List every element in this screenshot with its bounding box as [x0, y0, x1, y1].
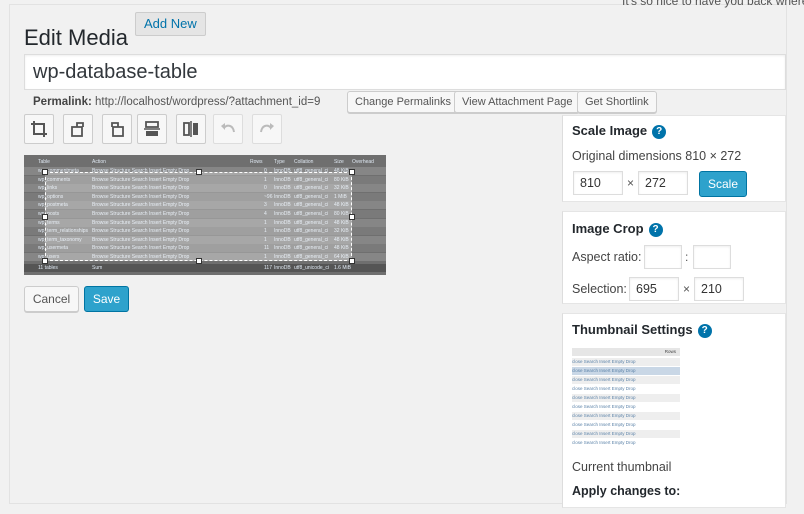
image-crop-title: Image Crop — [572, 221, 644, 236]
thumbnail-row: close Search Insert Empty Drop — [572, 385, 680, 393]
current-thumbnail-label: Current thumbnail — [572, 460, 672, 474]
preview-header-cell: Type — [274, 159, 285, 165]
crop-handle-s[interactable] — [195, 258, 202, 264]
crop-selection[interactable] — [42, 169, 355, 264]
get-shortlink-button[interactable]: Get Shortlink — [577, 91, 657, 113]
preview-cell: utf8_unicode_ci — [294, 265, 330, 271]
crop-handle-se[interactable] — [349, 258, 355, 264]
selection-height-input[interactable]: 210 — [694, 277, 744, 301]
preview-cell: 1.6 MiB — [334, 265, 351, 271]
selection-width-input[interactable]: 695 — [629, 277, 679, 301]
help-icon[interactable]: ? — [648, 223, 663, 237]
permalink-row: Permalink: http://localhost/wordpress/?a… — [33, 96, 320, 108]
help-icon[interactable]: ? — [652, 125, 667, 139]
thumbnail-row: close Search Insert Empty Drop — [572, 358, 680, 366]
thumbnail-settings-heading: Thumbnail Settings? — [572, 322, 712, 338]
aspect-ratio-width-input[interactable] — [644, 245, 682, 269]
image-crop-heading: Image Crop? — [572, 221, 663, 237]
permalink-url[interactable]: http://localhost/wordpress/?attachment_i… — [95, 96, 320, 108]
permalink-label: Permalink: — [33, 96, 92, 108]
page-title: Edit Media — [24, 24, 128, 50]
preview-cell: 11 tables — [38, 265, 58, 271]
preview-header-cell: Rows — [250, 159, 263, 165]
crop-icon[interactable] — [24, 114, 54, 144]
scale-image-title: Scale Image — [572, 123, 648, 138]
preview-cell: InnoDB — [274, 265, 291, 271]
image-crop-panel: Image Crop? Aspect ratio: : Selection: 6… — [562, 211, 786, 304]
thumbnail-row: close Search Insert Empty Drop — [572, 439, 680, 447]
thumbnail-header-row: Rows — [572, 348, 680, 356]
current-thumbnail-image: Rows close Search Insert Empty Drop close… — [572, 348, 680, 448]
preview-header-cell: Collation — [294, 159, 314, 165]
crop-handle-sw[interactable] — [42, 258, 48, 264]
view-attachment-page-button[interactable]: View Attachment Page — [454, 91, 581, 113]
redo-icon[interactable] — [252, 114, 282, 144]
thumbnail-row: close Search Insert Empty Drop — [572, 394, 680, 402]
change-permalinks-button[interactable]: Change Permalinks — [347, 91, 459, 113]
aspect-ratio-label: Aspect ratio: — [572, 250, 642, 264]
crop-handle-w[interactable] — [42, 213, 48, 220]
scale-button[interactable]: Scale — [699, 171, 747, 197]
crop-handle-ne[interactable] — [349, 169, 355, 175]
times-sign: × — [627, 176, 635, 190]
welcome-message: It's so nice to have you back where y — [622, 0, 804, 8]
thumbnail-settings-title: Thumbnail Settings — [572, 322, 693, 337]
preview-header-cell: Overhead — [352, 159, 374, 165]
rotate-right-icon[interactable] — [102, 114, 132, 144]
thumbnail-row: close Search Insert Empty Drop — [572, 367, 680, 375]
colon-sign: : — [685, 250, 689, 264]
save-button[interactable]: Save — [84, 286, 129, 312]
thumbnail-row: close Search Insert Empty Drop — [572, 430, 680, 438]
preview-cell: 117 — [264, 265, 272, 271]
thumbnail-row: close Search Insert Empty Drop — [572, 421, 680, 429]
preview-cell: Sum — [92, 265, 103, 271]
thumbnail-row: close Search Insert Empty Drop — [572, 403, 680, 411]
thumbnail-row: close Search Insert Empty Drop — [572, 412, 680, 420]
flip-horizontal-icon[interactable] — [176, 114, 206, 144]
image-preview[interactable]: Table Action Rows Type Collation Size Ov… — [24, 155, 386, 275]
rotate-left-icon[interactable] — [63, 114, 93, 144]
crop-handle-nw[interactable] — [42, 169, 48, 175]
flip-vertical-icon[interactable] — [137, 114, 167, 144]
aspect-ratio-height-input[interactable] — [693, 245, 731, 269]
add-new-button[interactable]: Add New — [135, 12, 206, 36]
media-title-input[interactable]: wp-database-table — [24, 54, 786, 90]
preview-header-row: Table Action Rows Type Collation Size Ov… — [24, 158, 386, 166]
selection-label: Selection: — [572, 282, 627, 296]
preview-header-cell: Table — [38, 159, 50, 165]
original-dimensions: Original dimensions 810 × 272 — [572, 149, 742, 163]
thumbnail-row: close Search Insert Empty Drop — [572, 376, 680, 384]
preview-header-cell: Size — [334, 159, 344, 165]
preview-header-cell: Action — [92, 159, 106, 165]
cancel-button[interactable]: Cancel — [24, 286, 79, 312]
times-sign: × — [683, 282, 691, 296]
scale-height-input[interactable]: 272 — [638, 171, 688, 195]
apply-changes-label: Apply changes to: — [572, 484, 681, 498]
scale-image-heading: Scale Image? — [572, 123, 667, 139]
scale-width-input[interactable]: 810 — [573, 171, 623, 195]
preview-footer-row: 11 tables Sum 117 InnoDB utf8_unicode_ci… — [24, 264, 386, 272]
undo-icon[interactable] — [213, 114, 243, 144]
crop-handle-n[interactable] — [195, 169, 202, 175]
help-icon[interactable]: ? — [697, 324, 712, 338]
scale-image-panel: Scale Image? Original dimensions 810 × 2… — [562, 115, 786, 202]
crop-handle-e[interactable] — [349, 213, 355, 220]
thumbnail-settings-panel: Thumbnail Settings? Rows close Search In… — [562, 313, 786, 508]
